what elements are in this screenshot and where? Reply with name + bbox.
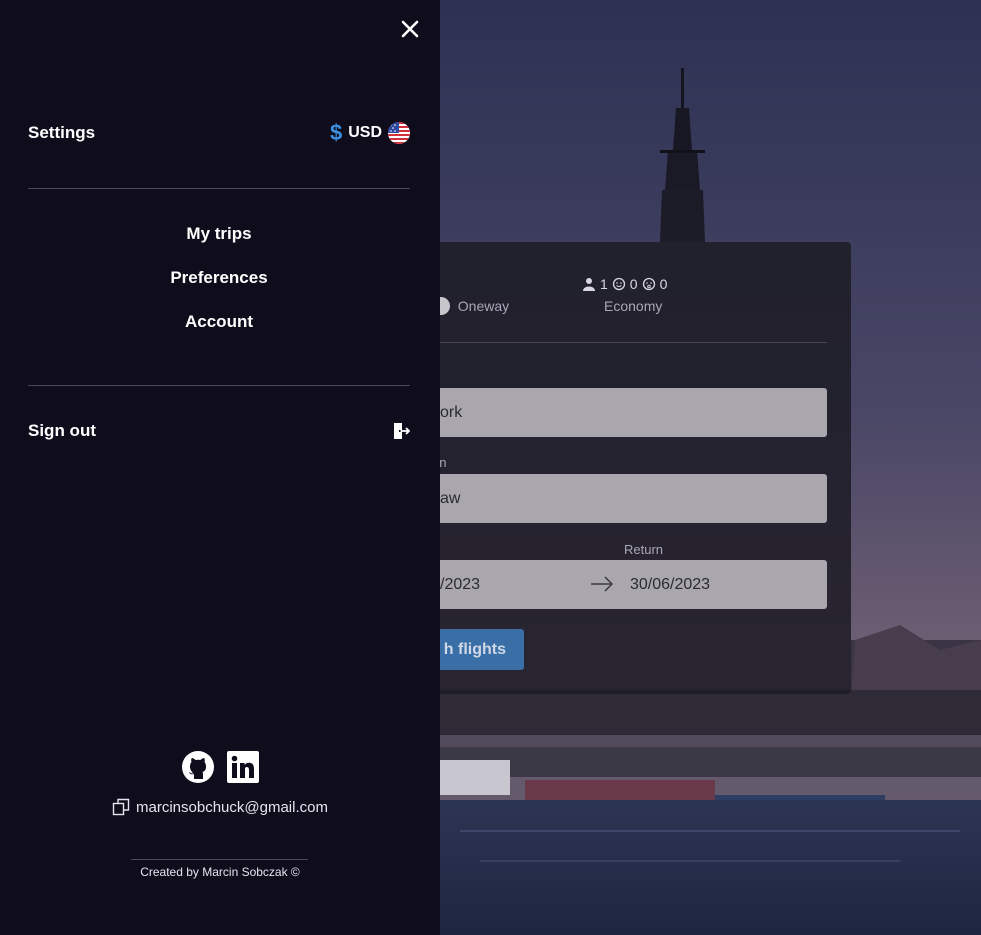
social-links [0,750,440,784]
currency-selector[interactable]: $ USD [330,122,410,144]
currency-code: USD [348,124,382,141]
passenger-selector[interactable]: 1 0 0 [582,276,667,292]
menu-item-my-trips[interactable]: My trips [28,222,410,266]
depart-date: /2023 [440,575,481,593]
adult-icon [583,278,595,291]
sign-out-button[interactable]: Sign out [28,418,410,444]
radio-oneway-label[interactable]: Oneway [458,298,509,314]
credit-divider [131,859,308,860]
github-icon[interactable] [181,750,215,784]
sign-out-label: Sign out [28,421,96,440]
from-input[interactable]: ork [410,388,827,437]
child-icon [612,277,625,291]
dollar-icon: $ [329,120,343,145]
adults-count: 1 [600,276,608,292]
side-drawer: Settings $ USD My trips Preferences Acco… [0,0,440,935]
arrow-right-icon [591,576,614,592]
email-copy-button[interactable]: marcinsobchuck@gmail.com [0,798,440,816]
destination-input[interactable]: aw [410,474,827,523]
close-icon[interactable] [400,19,420,39]
panel-divider [410,342,827,343]
drawer-divider [28,188,410,189]
menu-item-account[interactable]: Account [28,310,410,354]
cabin-class[interactable]: Economy [604,298,662,314]
us-flag-icon [388,122,410,144]
email-address: marcinsobchuck@gmail.com [136,798,328,816]
drawer-menu: My trips Preferences Account [28,222,410,354]
infants-count: 0 [659,276,668,292]
infant-icon [642,277,655,291]
menu-item-preferences[interactable]: Preferences [28,266,410,310]
credit-text: Created by Marcin Sobczak © [140,865,300,879]
copy-icon [112,798,130,816]
return-label: Return [624,542,664,557]
drawer-divider [28,385,410,386]
settings-label: Settings [28,123,96,142]
sign-out-icon [394,423,410,439]
children-count: 0 [629,276,638,292]
return-date[interactable]: 30/06/2023 [630,560,710,609]
date-range-input[interactable]: /2023 [410,560,827,609]
linkedin-icon[interactable] [226,750,260,784]
settings-row: Settings $ USD [28,120,410,146]
